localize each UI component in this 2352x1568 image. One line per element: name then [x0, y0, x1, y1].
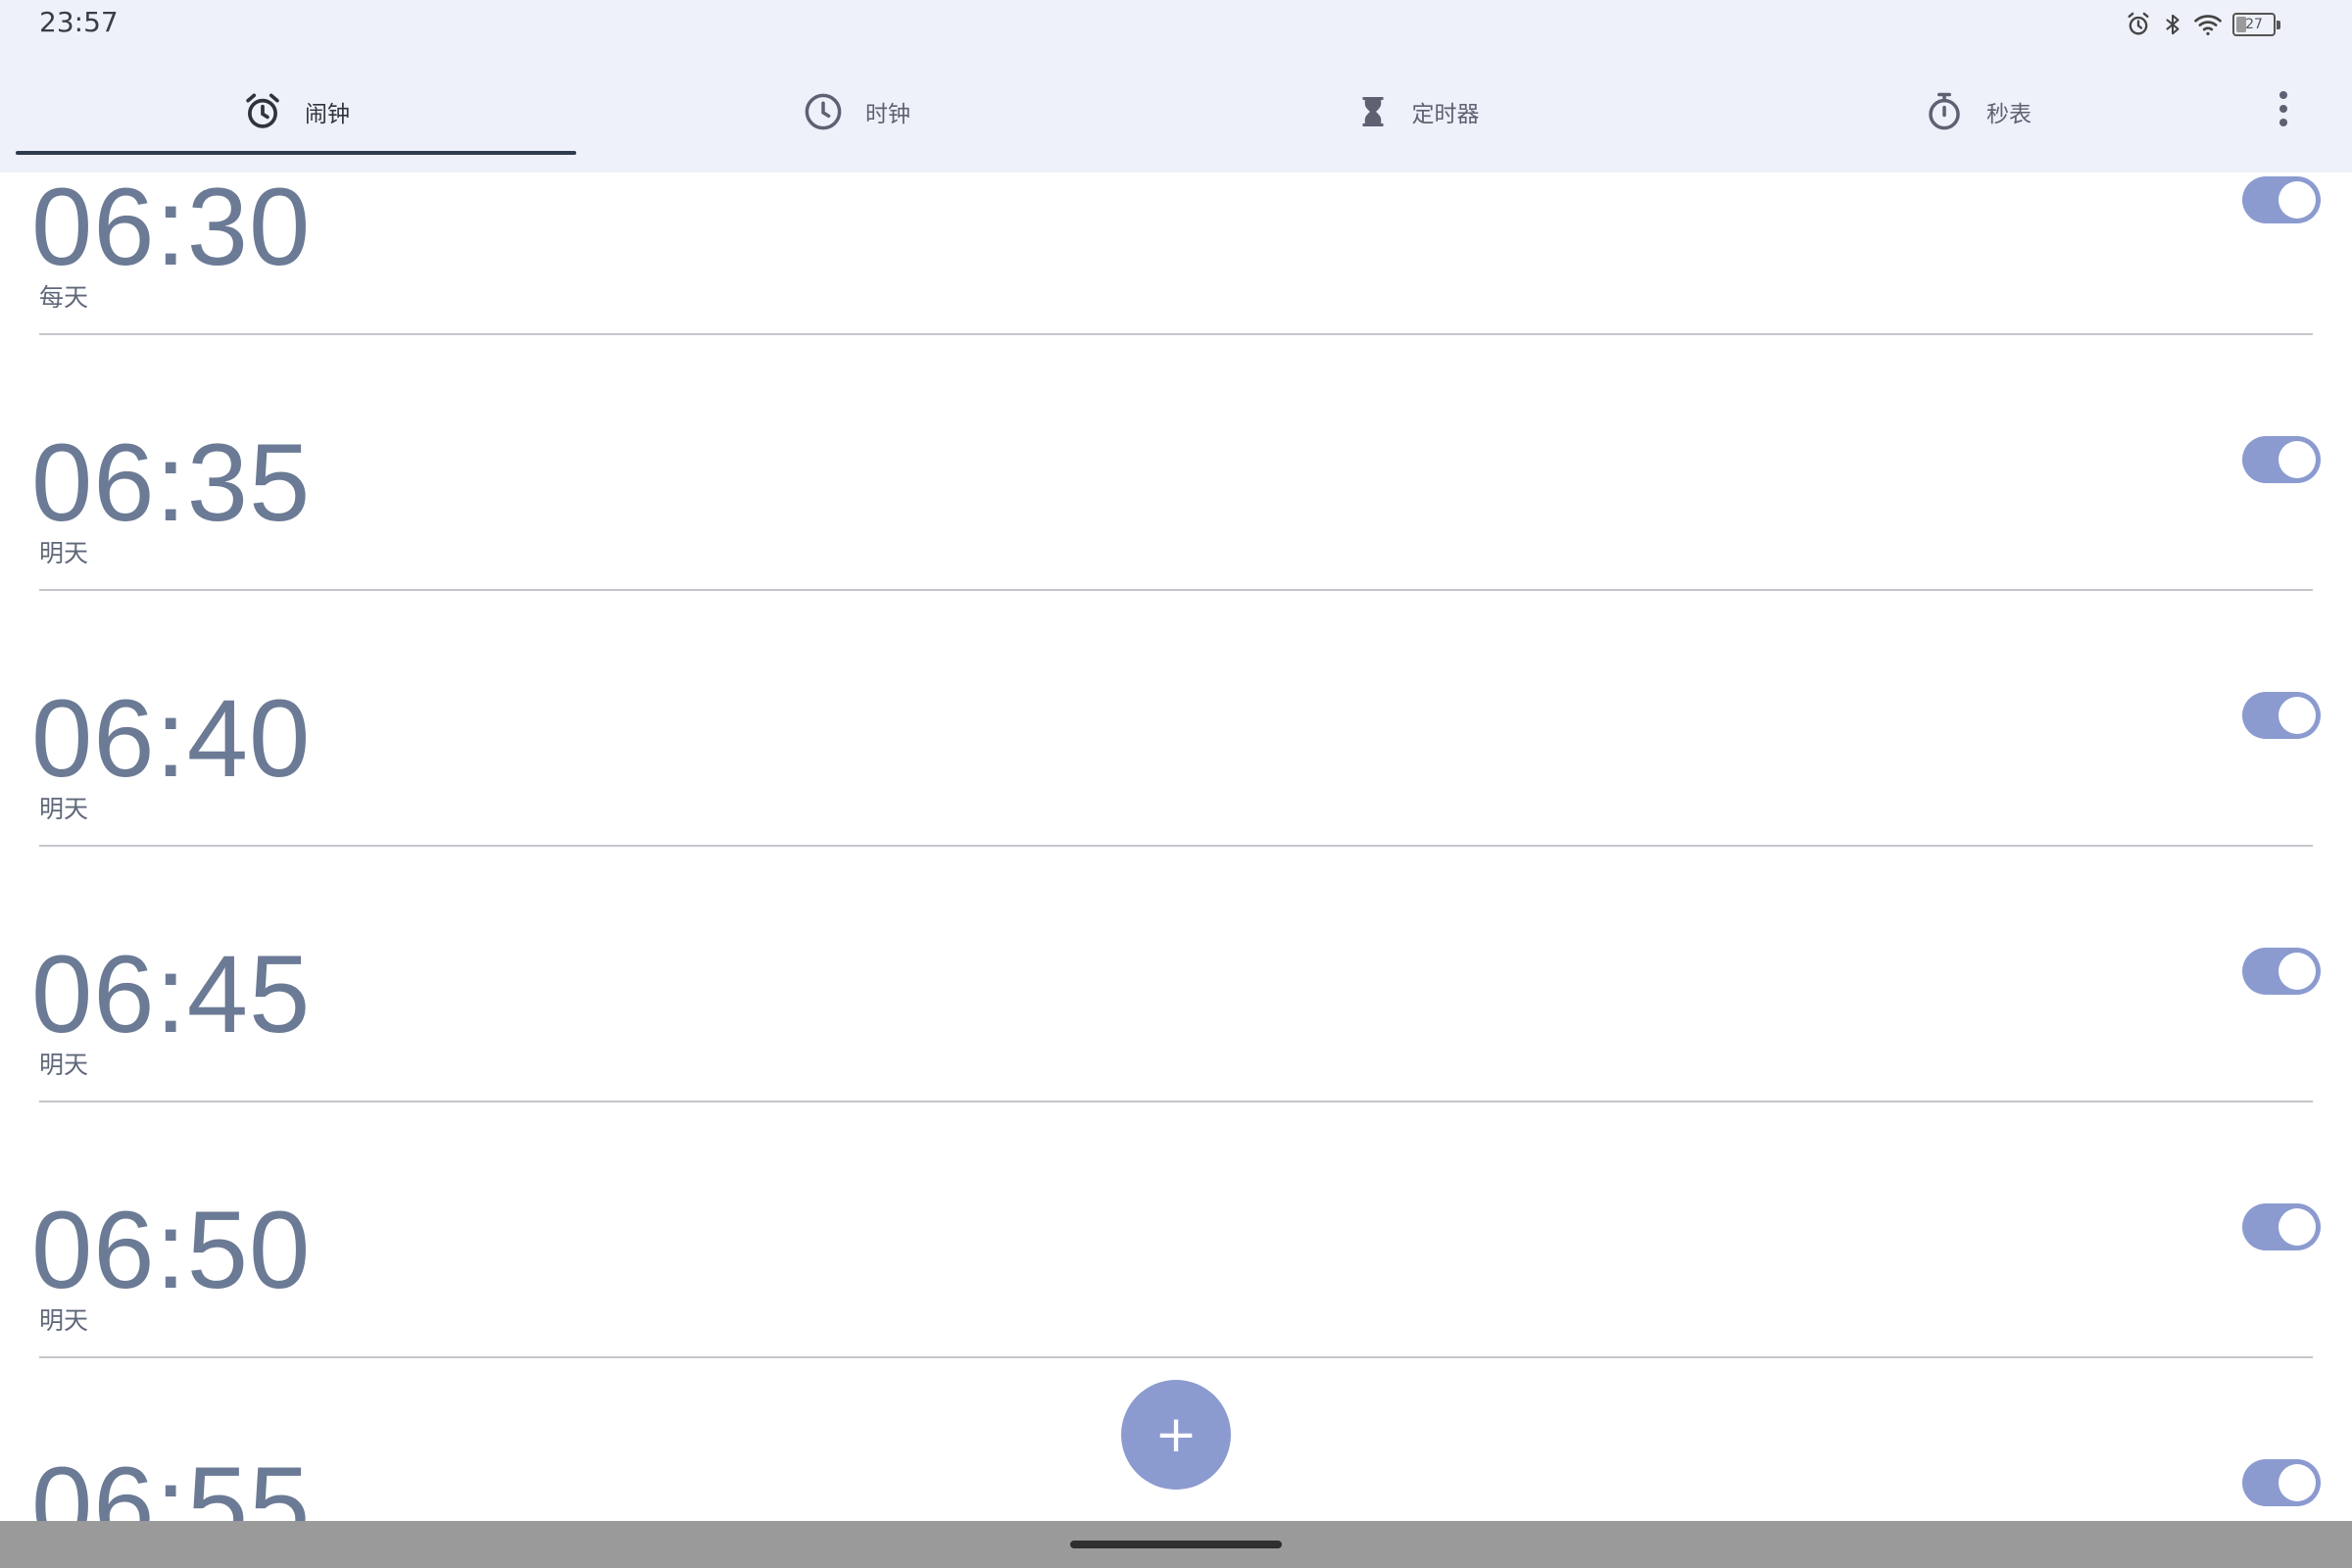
more-options-button[interactable] [2254, 86, 2313, 135]
alarm-toggle[interactable] [2242, 692, 2321, 739]
alarm-item[interactable]: 06:40 明天 [0, 590, 2352, 847]
add-alarm-button[interactable]: + [1121, 1380, 1231, 1490]
status-icons: 27 [2125, 10, 2280, 39]
alarm-item[interactable]: 06:35 明天 [0, 334, 2352, 591]
alarm-time[interactable]: 06:45 [31, 940, 384, 1050]
wifi-icon [2193, 12, 2223, 37]
alarm-toggle[interactable] [2242, 1203, 2321, 1250]
tab-indicator [16, 151, 576, 155]
toggle-knob [2278, 1208, 2316, 1246]
tab-label: 秒表 [1986, 102, 2032, 127]
battery-icon: 27 [2232, 13, 2280, 36]
alarm-repeat-label: 明天 [39, 1306, 89, 1335]
toggle-knob [2278, 953, 2316, 990]
status-time: 23:57 [39, 6, 119, 38]
alarm-repeat-label: 明天 [39, 539, 89, 567]
alarm-time[interactable]: 06:50 [31, 1196, 384, 1305]
navigation-bar [0, 1521, 2352, 1568]
alarm-icon [242, 91, 283, 132]
app-header: 23:57 27 闹钟 时钟 定时器 秒表 [0, 0, 2352, 172]
tab-label: 定时器 [1411, 102, 1480, 127]
alarm-list[interactable]: 06:30 每天 06:35 明天 06:40 明天 06:45 明天 06:5… [0, 0, 2352, 1561]
home-gesture-handle[interactable] [1070, 1541, 1282, 1548]
toggle-knob [2278, 441, 2316, 478]
alarm-toggle[interactable] [2242, 1459, 2321, 1506]
alarm-icon [2125, 11, 2152, 38]
tab-label: 闹钟 [305, 102, 350, 127]
add-icon: + [1154, 1405, 1198, 1464]
alarm-item[interactable]: 06:45 明天 [0, 846, 2352, 1102]
alarm-time[interactable]: 06:30 [31, 172, 384, 282]
battery-level: 27 [2245, 17, 2263, 32]
tab-stopwatch[interactable]: 秒表 [1697, 67, 2258, 157]
alarm-repeat-label: 每天 [39, 283, 89, 312]
clock-app-screen: 06:30 每天 06:35 明天 06:40 明天 06:45 明天 06:5… [0, 0, 2352, 1568]
toggle-knob [2278, 1464, 2316, 1501]
alarm-toggle[interactable] [2242, 948, 2321, 995]
toggle-knob [2278, 181, 2316, 219]
bluetooth-icon [2162, 10, 2183, 39]
alarm-repeat-label: 明天 [39, 795, 89, 823]
tab-bar: 闹钟 时钟 定时器 秒表 [16, 67, 2250, 157]
alarm-toggle[interactable] [2242, 176, 2321, 223]
alarm-repeat-label: 明天 [39, 1051, 89, 1079]
alarm-item[interactable]: 06:50 明天 [0, 1102, 2352, 1358]
toggle-knob [2278, 697, 2316, 734]
tab-alarm[interactable]: 闹钟 [16, 67, 576, 157]
tab-timer[interactable]: 定时器 [1137, 67, 1697, 157]
alarm-toggle[interactable] [2242, 436, 2321, 483]
clock-icon [803, 91, 844, 132]
alarm-time[interactable]: 06:40 [31, 684, 384, 794]
alarm-time[interactable]: 06:35 [31, 428, 384, 538]
hourglass-icon [1355, 92, 1391, 131]
more-vert-icon [2278, 89, 2289, 132]
tab-label: 时钟 [865, 102, 910, 127]
tab-clock[interactable]: 时钟 [576, 67, 1137, 157]
stopwatch-icon [1924, 90, 1965, 133]
